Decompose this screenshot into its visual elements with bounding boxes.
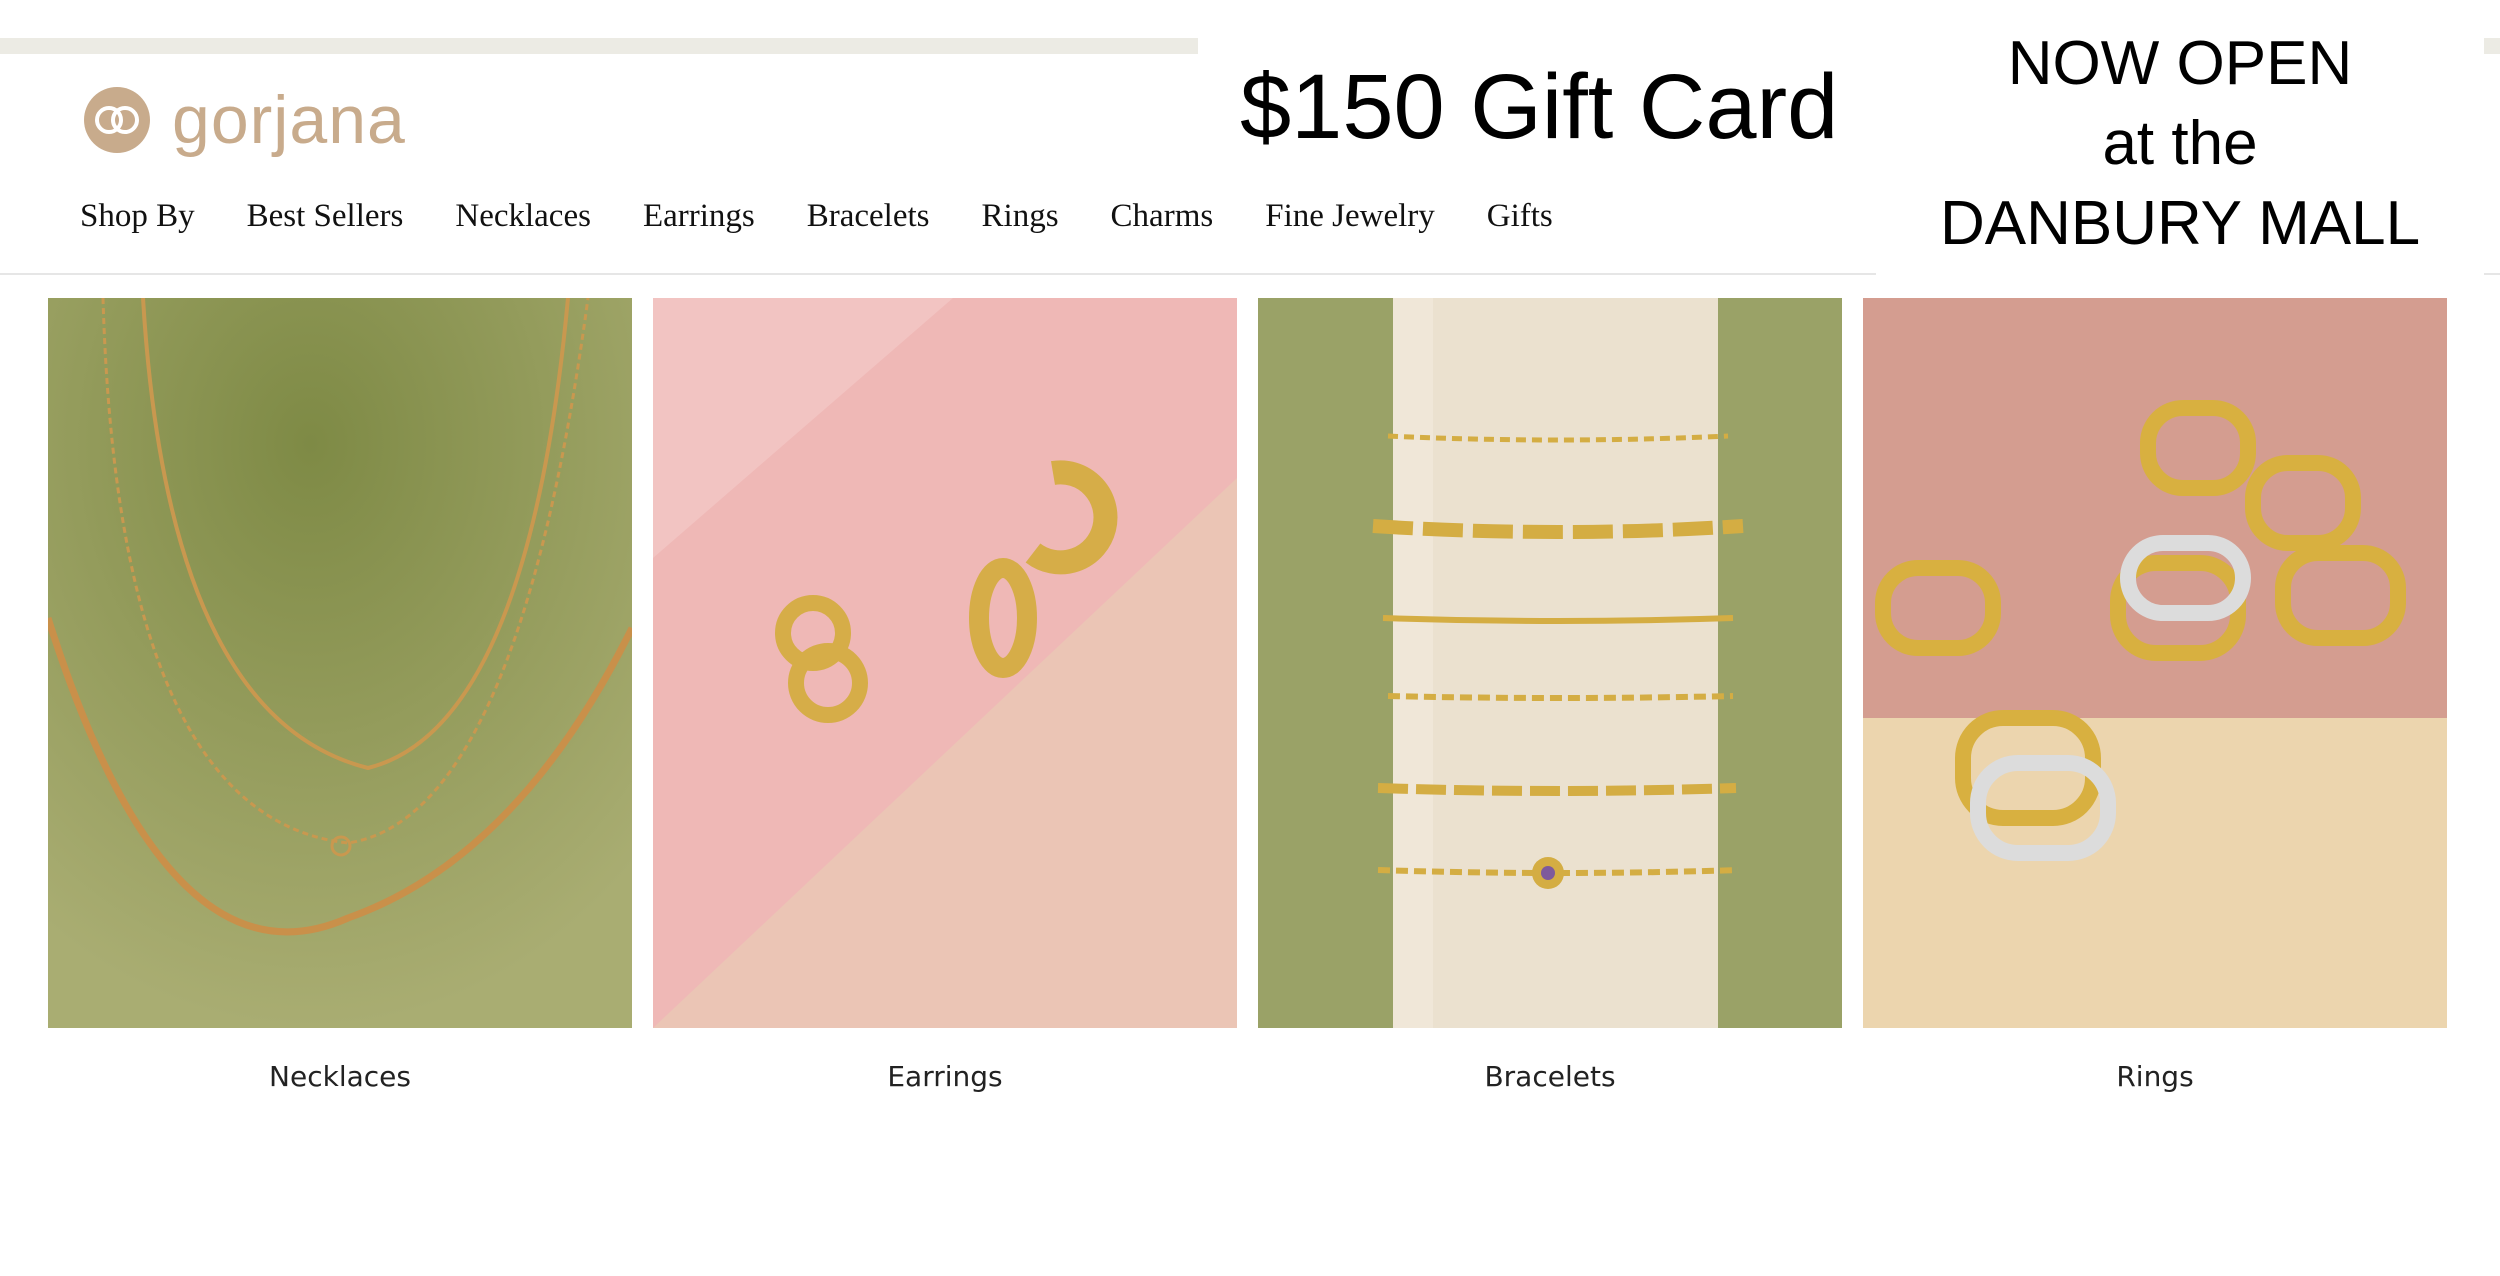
nav-item-necklaces[interactable]: Necklaces xyxy=(455,198,591,235)
nav-item-gifts[interactable]: Gifts xyxy=(1487,198,1553,235)
store-promo-line3: DANBURY MALL xyxy=(1939,189,2421,258)
category-label-necklaces[interactable]: Necklaces xyxy=(48,1060,632,1093)
nav-item-earrings[interactable]: Earrings xyxy=(643,198,755,235)
top-banner-strip xyxy=(0,38,1198,54)
brand-logo[interactable]: gorjana xyxy=(84,84,406,156)
nav-item-shop-by[interactable]: Shop By xyxy=(80,198,195,235)
gift-card-promo[interactable]: $150 Gift Card xyxy=(1240,52,1860,162)
rings-card-image[interactable] xyxy=(1863,298,2447,1028)
store-promo-line2: at the xyxy=(2102,109,2258,178)
main-nav: Shop By Best Sellers Necklaces Earrings … xyxy=(80,192,1605,240)
category-label-bracelets[interactable]: Bracelets xyxy=(1258,1060,1842,1093)
bracelets-card-image[interactable] xyxy=(1258,298,1842,1028)
nav-item-rings[interactable]: Rings xyxy=(982,198,1059,235)
header-divider xyxy=(0,273,1876,275)
nav-item-charms[interactable]: Charms xyxy=(1111,198,1214,235)
brand-logo-text: gorjana xyxy=(172,82,406,158)
store-opening-promo[interactable]: NOW OPEN at the DANBURY MALL xyxy=(1876,24,2484,274)
category-label-rings[interactable]: Rings xyxy=(1863,1060,2447,1093)
category-label-earrings[interactable]: Earrings xyxy=(653,1060,1237,1093)
earrings-card-image[interactable] xyxy=(653,298,1237,1028)
necklaces-card-image[interactable] xyxy=(48,298,632,1028)
store-promo-line1: NOW OPEN xyxy=(2007,29,2353,98)
nav-item-bracelets[interactable]: Bracelets xyxy=(807,198,930,235)
top-banner-strip-right xyxy=(2484,38,2500,54)
nav-item-best-sellers[interactable]: Best Sellers xyxy=(247,198,404,235)
gg-monogram-icon xyxy=(84,87,150,153)
header-divider-right xyxy=(2484,273,2500,275)
nav-item-fine-jewelry[interactable]: Fine Jewelry xyxy=(1265,198,1435,235)
